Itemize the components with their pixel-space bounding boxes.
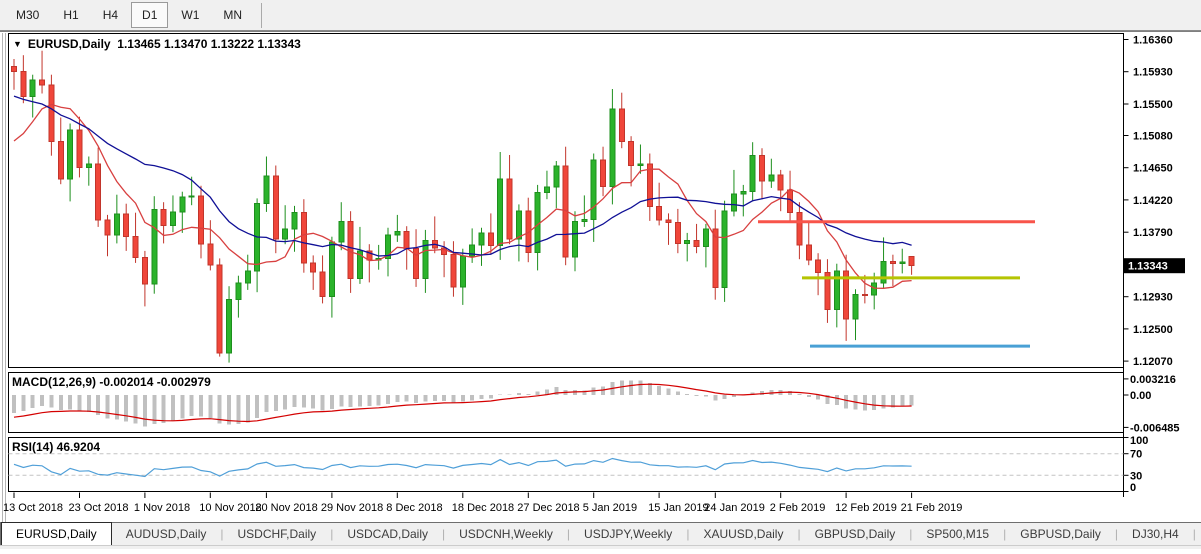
timeframe-button-h4[interactable]: H4 (92, 2, 129, 28)
chart-title: ▼ EURUSD,Daily 1.13465 1.13470 1.13222 1.… (13, 37, 301, 51)
tab-xauusd-daily[interactable]: XAUUSD,Daily (689, 523, 797, 545)
date-axis-label: 8 Dec 2018 (386, 502, 442, 514)
date-axis-label: 15 Jan 2019 (648, 502, 709, 514)
date-axis-label: 24 Jan 2019 (704, 502, 765, 514)
price-axis-label: 1.14220 (1133, 195, 1173, 207)
timeframe-button-h1[interactable]: H1 (52, 2, 89, 28)
rsi-axis-label: 0 (1130, 482, 1136, 494)
tab-sp500-m15[interactable]: SP500,M15 (912, 523, 1003, 545)
tab-audusd-daily[interactable]: AUDUSD,Daily (112, 523, 221, 545)
date-axis-label: 18 Dec 2018 (452, 502, 514, 514)
timeframe-button-m30[interactable]: M30 (5, 2, 50, 28)
macd-axis-label: 0.00 (1130, 390, 1151, 402)
tab-usdcad-daily[interactable]: USDCAD,Daily (333, 523, 442, 545)
date-axis: 13 Oct 2018 23 Oct 2018 1 Nov 2018 10 Nov 2… (3, 493, 962, 515)
date-axis-label: 2 Feb 2019 (770, 502, 826, 514)
date-axis-label: 5 Jan 2019 (583, 502, 637, 514)
price-axis-label: 1.12930 (1133, 292, 1173, 304)
status-strip (0, 545, 1201, 549)
date-axis-label: 21 Feb 2019 (901, 502, 963, 514)
rsi-axis-label: 70 (1130, 449, 1142, 461)
price-axis-label: 1.14650 (1133, 163, 1173, 175)
price-axis: 1.16360 1.15930 1.15500 1.15080 1.14650 1.142… (1124, 35, 1186, 369)
tab-usdchf-daily[interactable]: USDCHF,Daily (224, 523, 331, 545)
tab-usdcnh-weekly[interactable]: USDCNH,Weekly (445, 523, 567, 545)
price-axis-label: 1.15500 (1133, 99, 1173, 111)
candle (217, 258, 222, 356)
price-axis-label: 1.13790 (1133, 227, 1173, 239)
date-axis-label: 10 Nov 2018 (199, 502, 261, 514)
tab-eurusd-daily[interactable]: EURUSD,Daily (1, 522, 112, 545)
chart-canvas[interactable]: 1.16360 1.15930 1.15500 1.15080 1.14650 1.142… (0, 0, 1201, 554)
chart-ohlc-values: 1.13465 1.13470 1.13222 1.13343 (117, 37, 301, 51)
chart-dropdown-icon[interactable]: ▼ (13, 39, 22, 49)
tab-gbpusd-daily[interactable]: GBPUSD,Daily (801, 523, 910, 545)
chart-symbol-label: EURUSD,Daily (28, 37, 111, 51)
macd-axis-label: 0.003216 (1130, 374, 1176, 386)
timeframe-toolbar: M30H1H4D1W1MN (0, 0, 1201, 31)
rsi-axis-label: 30 (1130, 470, 1142, 482)
date-axis-label: 23 Oct 2018 (69, 502, 129, 514)
price-axis-label: 1.15930 (1133, 67, 1173, 79)
date-axis-label: 13 Oct 2018 (3, 502, 63, 514)
rsi-pane[interactable] (9, 438, 1124, 492)
macd-axis: 0.003216 0.00 -0.006485 (1124, 374, 1180, 435)
tab-tech1[interactable]: TECH1 (1196, 523, 1201, 545)
candle (722, 201, 727, 302)
date-axis-label: 20 Nov 2018 (255, 502, 317, 514)
macd-indicator-label: MACD(12,26,9) -0.002014 -0.002979 (12, 375, 211, 389)
date-axis-label: 12 Feb 2019 (835, 502, 897, 514)
toolbar-separator (261, 3, 262, 28)
rsi-indicator-label: RSI(14) 46.9204 (12, 440, 100, 454)
price-axis-label: 1.12500 (1133, 324, 1173, 336)
timeframe-button-d1[interactable]: D1 (131, 2, 168, 28)
tab-usdjpy-weekly[interactable]: USDJPY,Weekly (570, 523, 686, 545)
current-price-label: 1.13343 (1128, 261, 1168, 273)
candle (152, 196, 157, 294)
price-axis-label: 1.15080 (1133, 131, 1173, 143)
price-axis-label: 1.12070 (1133, 356, 1173, 368)
tab-dj30-h4[interactable]: DJ30,H4 (1118, 523, 1193, 545)
timeframe-button-mn[interactable]: MN (212, 2, 253, 28)
macd-axis-label: -0.006485 (1130, 422, 1180, 434)
price-axis-label: 1.16360 (1133, 35, 1173, 47)
tab-gbpusd-daily[interactable]: GBPUSD,Daily (1006, 523, 1115, 545)
date-axis-label: 29 Nov 2018 (321, 502, 383, 514)
rsi-axis-label: 100 (1130, 435, 1148, 447)
date-axis-label: 27 Dec 2018 (517, 502, 579, 514)
date-axis-label: 1 Nov 2018 (134, 502, 190, 514)
timeframe-button-w1[interactable]: W1 (170, 2, 210, 28)
chart-tab-bar: EURUSD,DailyAUDUSD,Daily|USDCHF,Daily|US… (0, 522, 1201, 545)
